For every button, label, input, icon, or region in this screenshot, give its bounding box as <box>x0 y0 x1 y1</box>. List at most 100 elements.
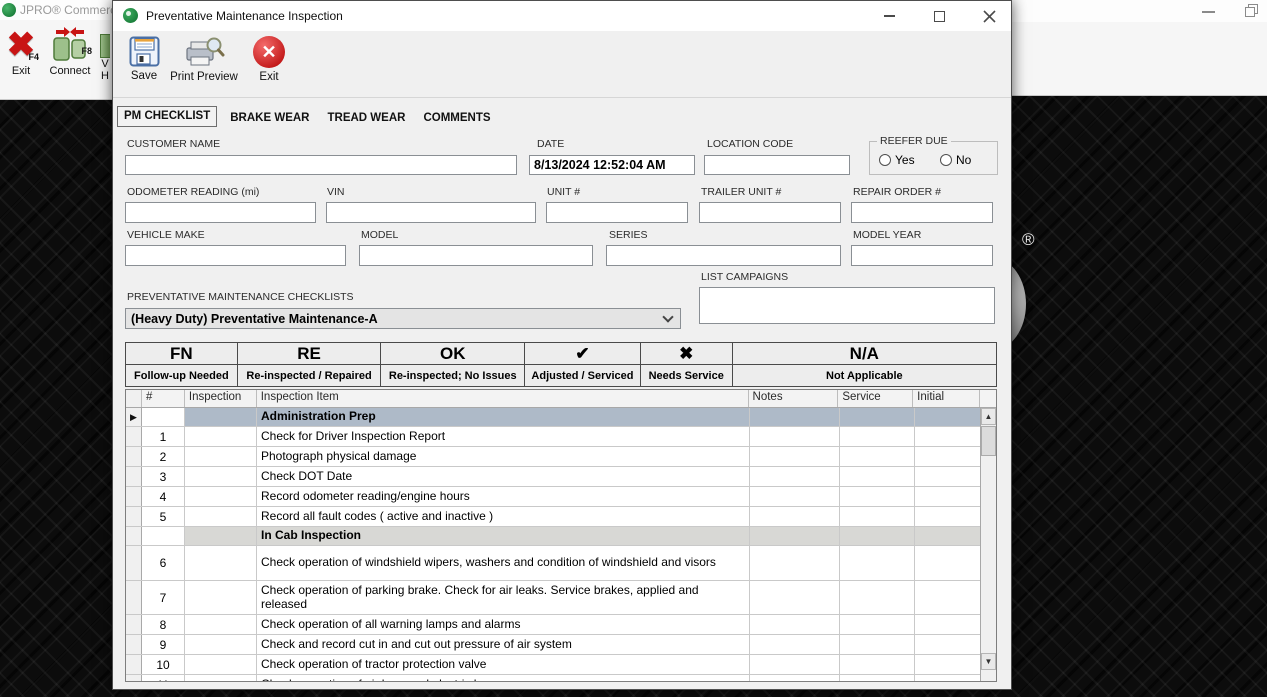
cell-inspection-item[interactable]: Check operation of air horn and electric… <box>257 675 750 682</box>
tab-comments[interactable]: COMMENTS <box>414 110 499 127</box>
section-row[interactable]: In Cab Inspection <box>126 527 982 546</box>
cell-inspection-item[interactable]: Check DOT Date <box>257 467 750 486</box>
cell-notes[interactable] <box>750 408 840 426</box>
cell-inspection-status[interactable] <box>185 427 257 446</box>
scroll-thumb[interactable] <box>981 426 996 456</box>
cell-number[interactable] <box>142 527 185 545</box>
cell-inspection-item[interactable]: Check for Driver Inspection Report <box>257 427 750 446</box>
print-preview-button[interactable]: Print Preview <box>169 36 239 83</box>
series-input[interactable] <box>606 245 841 266</box>
bg-minimize-icon[interactable] <box>1202 11 1215 13</box>
cell-inspection-item[interactable]: Check operation of windshield wipers, wa… <box>257 546 750 580</box>
cell-initial[interactable] <box>915 675 982 682</box>
date-input[interactable] <box>529 155 695 175</box>
cell-inspection-status[interactable] <box>185 507 257 526</box>
cell-initial[interactable] <box>915 427 982 446</box>
cell-service[interactable] <box>840 507 915 526</box>
cell-service[interactable] <box>840 635 915 654</box>
table-row[interactable]: 11 Check operation of air horn and electr… <box>126 675 982 682</box>
cell-notes[interactable] <box>750 447 840 466</box>
cell-inspection-item[interactable]: Record odometer reading/engine hours <box>257 487 750 506</box>
cell-initial[interactable] <box>915 635 982 654</box>
cell-notes[interactable] <box>750 635 840 654</box>
minimize-button[interactable] <box>869 1 909 31</box>
vin-input[interactable] <box>326 202 536 223</box>
list-campaigns-input[interactable] <box>699 287 995 324</box>
cell-inspection-item[interactable]: Administration Prep <box>257 408 750 426</box>
table-row[interactable]: 6Check operation of windshield wipers, w… <box>126 546 982 581</box>
cell-number[interactable]: 2 <box>142 447 185 466</box>
cell-initial[interactable] <box>915 447 982 466</box>
table-row[interactable]: 5Record all fault codes ( active and ina… <box>126 507 982 527</box>
model-input[interactable] <box>359 245 593 266</box>
cell-service[interactable] <box>840 581 915 614</box>
cell-notes[interactable] <box>750 467 840 486</box>
cell-inspection-status[interactable] <box>185 615 257 634</box>
scroll-up-button[interactable]: ▲ <box>981 408 996 425</box>
cell-notes[interactable] <box>750 487 840 506</box>
cell-inspection-status[interactable] <box>185 655 257 674</box>
cell-inspection-item[interactable]: Check and record cut in and cut out pres… <box>257 635 750 654</box>
cell-service[interactable] <box>840 467 915 486</box>
cell-service[interactable] <box>840 408 915 426</box>
cell-number[interactable]: 10 <box>142 655 185 674</box>
cell-inspection-item[interactable]: In Cab Inspection <box>257 527 750 545</box>
tab-tread-wear[interactable]: TREAD WEAR <box>318 110 414 127</box>
cell-inspection-item[interactable]: Check operation of all warning lamps and… <box>257 615 750 634</box>
cell-inspection-status[interactable] <box>185 527 257 545</box>
table-row[interactable]: 8 Check operation of all warning lamps an… <box>126 615 982 635</box>
cell-service[interactable] <box>840 527 915 545</box>
reefer-yes-radio[interactable]: Yes <box>879 153 915 167</box>
cell-inspection-status[interactable] <box>185 447 257 466</box>
cell-inspection-status[interactable] <box>185 581 257 614</box>
cell-initial[interactable] <box>915 467 982 486</box>
cell-notes[interactable] <box>750 655 840 674</box>
dialog-exit-button[interactable]: ✕ Exit <box>247 36 291 83</box>
cell-service[interactable] <box>840 546 915 580</box>
maximize-button[interactable] <box>919 1 959 31</box>
odometer-input[interactable] <box>125 202 316 223</box>
vertical-scrollbar[interactable]: ▲ ▼ <box>980 408 996 670</box>
pm-checklists-dropdown[interactable]: (Heavy Duty) Preventative Maintenance-A <box>125 308 681 329</box>
cell-notes[interactable] <box>750 615 840 634</box>
cell-notes[interactable] <box>750 581 840 614</box>
customer-name-input[interactable] <box>125 155 517 175</box>
cell-number[interactable]: 11 <box>142 675 185 682</box>
cell-notes[interactable] <box>750 675 840 682</box>
table-row[interactable]: 4 Record odometer reading/engine hours <box>126 487 982 507</box>
cell-service[interactable] <box>840 615 915 634</box>
cell-service[interactable] <box>840 675 915 682</box>
model-year-input[interactable] <box>851 245 993 266</box>
tab-brake-wear[interactable]: BRAKE WEAR <box>221 110 318 127</box>
cell-number[interactable]: 4 <box>142 487 185 506</box>
cell-inspection-status[interactable] <box>185 467 257 486</box>
cell-notes[interactable] <box>750 507 840 526</box>
cell-service[interactable] <box>840 487 915 506</box>
cell-number[interactable] <box>142 408 185 426</box>
cell-inspection-item[interactable]: Check operation of tractor protection va… <box>257 655 750 674</box>
bg-exit-button[interactable]: ✖ F4 Exit <box>0 26 42 94</box>
trailer-unit-input[interactable] <box>699 202 841 223</box>
reefer-no-radio[interactable]: No <box>940 153 971 167</box>
table-row[interactable]: 7Check operation of parking brake. Check… <box>126 581 982 615</box>
cell-number[interactable]: 8 <box>142 615 185 634</box>
cell-inspection-status[interactable] <box>185 408 257 426</box>
cell-inspection-status[interactable] <box>185 635 257 654</box>
cell-inspection-status[interactable] <box>185 675 257 682</box>
cell-service[interactable] <box>840 655 915 674</box>
scroll-down-button[interactable]: ▼ <box>981 653 996 670</box>
cell-inspection-item[interactable]: Check operation of parking brake. Check … <box>257 581 750 614</box>
unit-input[interactable] <box>546 202 688 223</box>
cell-notes[interactable] <box>750 527 840 545</box>
vehicle-make-input[interactable] <box>125 245 346 266</box>
table-row[interactable]: 10 Check operation of tractor protection … <box>126 655 982 675</box>
cell-inspection-status[interactable] <box>185 546 257 580</box>
location-code-input[interactable] <box>704 155 850 175</box>
dialog-titlebar[interactable]: Preventative Maintenance Inspection <box>113 1 1011 31</box>
cell-initial[interactable] <box>915 408 982 426</box>
cell-initial[interactable] <box>915 655 982 674</box>
tab-pm-checklist[interactable]: PM CHECKLIST <box>117 106 217 127</box>
cell-initial[interactable] <box>915 507 982 526</box>
cell-initial[interactable] <box>915 615 982 634</box>
table-row[interactable]: 9Check and record cut in and cut out pre… <box>126 635 982 655</box>
